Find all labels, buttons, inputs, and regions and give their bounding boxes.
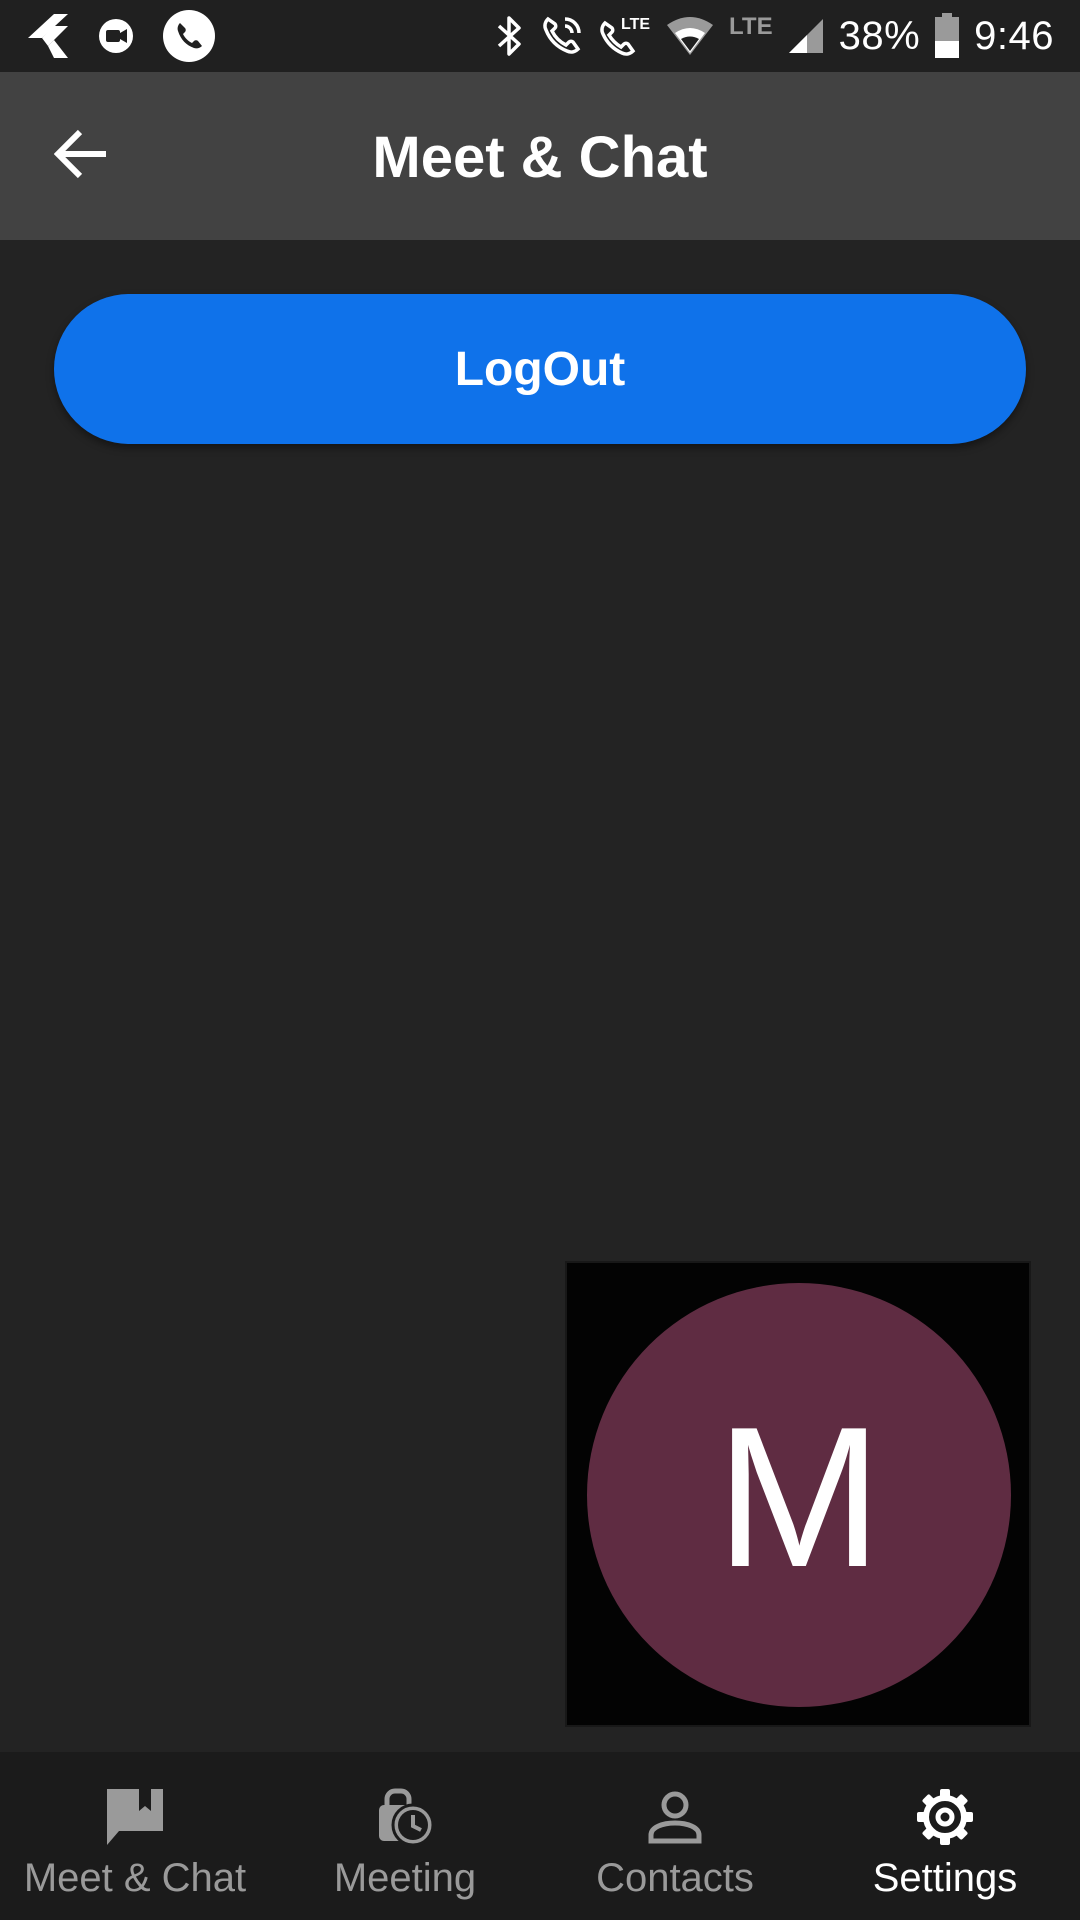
- chat-bookmark-icon: [100, 1782, 170, 1852]
- person-icon: [640, 1782, 710, 1852]
- avatar: M: [587, 1283, 1011, 1707]
- avatar-initial: M: [715, 1386, 883, 1609]
- logout-button[interactable]: LogOut: [54, 294, 1026, 444]
- bluetooth-icon: [495, 14, 525, 58]
- battery-percent: 38%: [838, 13, 921, 58]
- nav-item-meet-chat[interactable]: Meet & Chat: [0, 1752, 270, 1920]
- nav-label-settings: Settings: [872, 1856, 1018, 1900]
- page-title: Meet & Chat: [372, 125, 708, 190]
- nav-label-meeting: Meeting: [333, 1856, 477, 1900]
- svg-text:LTE: LTE: [621, 16, 650, 33]
- bottom-nav: Meet & Chat Meeting Contacts Settings: [0, 1752, 1080, 1920]
- battery-icon: [934, 13, 960, 59]
- gear-icon: [910, 1782, 980, 1852]
- nav-item-meeting[interactable]: Meeting: [270, 1752, 540, 1920]
- wifi-icon: [665, 15, 715, 57]
- video-call-notification-icon: [98, 18, 134, 54]
- wifi-calling-icon: [539, 13, 585, 59]
- self-video-preview[interactable]: M: [565, 1261, 1031, 1727]
- flutter-icon: [28, 12, 70, 60]
- nav-item-settings[interactable]: Settings: [810, 1752, 1080, 1920]
- lte-label: LTE: [729, 13, 773, 40]
- status-bar-notifications: [28, 8, 216, 64]
- nav-label-meet-chat: Meet & Chat: [23, 1856, 247, 1900]
- status-bar: LTE LTE 38% 9:46: [0, 0, 1080, 72]
- status-bar-system: LTE LTE 38% 9:46: [495, 8, 1054, 64]
- nav-label-contacts: Contacts: [596, 1856, 754, 1900]
- app-bar: Meet & Chat: [0, 72, 1080, 240]
- lte-call-icon: LTE: [599, 13, 651, 59]
- clock: 9:46: [974, 13, 1054, 58]
- signal-icon: [787, 17, 825, 55]
- phone-notification-icon: [162, 9, 216, 63]
- nav-item-contacts[interactable]: Contacts: [540, 1752, 810, 1920]
- meeting-clock-icon: [370, 1782, 440, 1852]
- screen: LTE LTE 38% 9:46 Meet & Chat LogOut M Me…: [0, 0, 1080, 1920]
